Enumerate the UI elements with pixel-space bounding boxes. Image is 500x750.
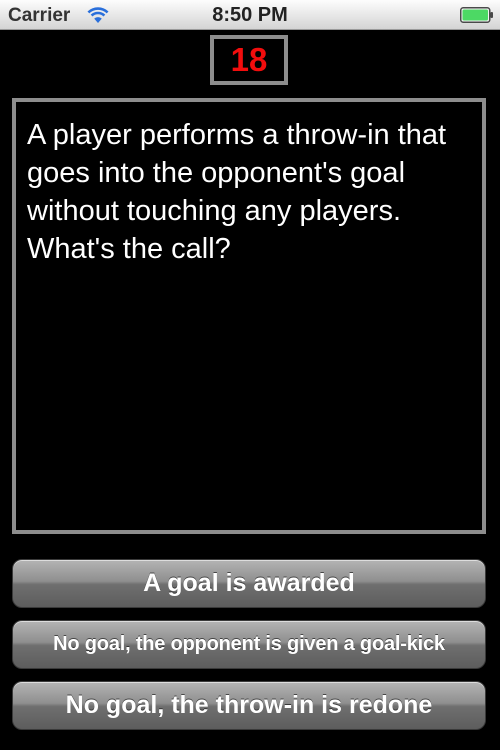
answer-button-1[interactable]: A goal is awarded [12,559,486,608]
answer-button-3[interactable]: No goal, the throw-in is redone [12,681,486,730]
question-box: A player performs a throw-in that goes i… [12,98,486,534]
answer-button-2[interactable]: No goal, the opponent is given a goal-ki… [12,620,486,669]
status-bar: Carrier 8:50 PM [0,0,500,30]
countdown-timer: 18 [210,35,288,85]
status-time: 8:50 PM [212,4,288,26]
battery-icon [460,7,493,23]
question-text: A player performs a throw-in that goes i… [27,119,447,265]
